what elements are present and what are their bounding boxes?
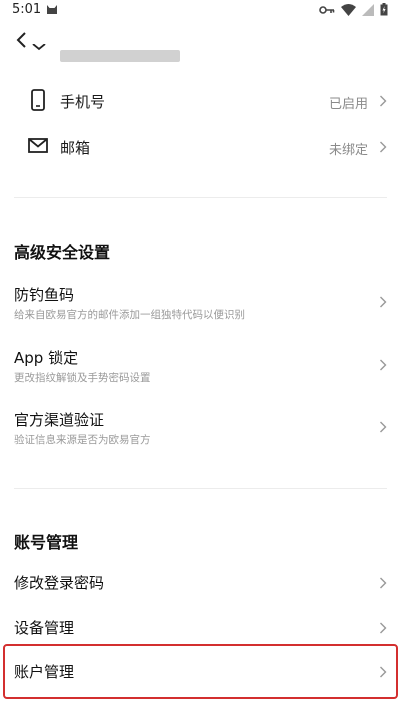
device-management-row[interactable]: 设备管理 — [0, 613, 400, 643]
vpn-key-icon — [319, 5, 335, 14]
change-password-row[interactable]: 修改登录密码 — [0, 568, 400, 598]
chevron-right-icon — [380, 666, 387, 678]
section-title-account: 账号管理 — [14, 533, 79, 552]
app-notification-icon — [47, 5, 57, 14]
official-channel-subtitle: 验证信息来源是否为欧易官方 — [14, 434, 151, 446]
chevron-right-icon — [380, 622, 387, 634]
section-title-advanced: 高级安全设置 — [14, 243, 111, 262]
partial-list-item — [30, 44, 230, 62]
chevron-right-icon — [380, 95, 387, 107]
official-channel-row[interactable]: 官方渠道验证 验证信息来源是否为欧易官方 — [0, 407, 400, 451]
divider — [14, 197, 387, 198]
chevron-right-icon — [380, 296, 387, 308]
signal-icon — [362, 3, 374, 16]
status-bar: 5:01 — [0, 0, 400, 20]
phone-label: 手机号 — [60, 93, 106, 111]
chevron-right-icon — [380, 359, 387, 371]
chevron-right-icon — [380, 577, 387, 589]
official-channel-title: 官方渠道验证 — [14, 411, 105, 429]
phone-status: 已启用 — [328, 97, 368, 112]
phone-icon — [31, 89, 45, 111]
device-management-title: 设备管理 — [14, 619, 75, 637]
wifi-icon — [341, 3, 356, 16]
status-time: 5:01 — [12, 2, 42, 17]
app-lock-title: App 锁定 — [14, 349, 79, 367]
account-management-title: 账户管理 — [14, 663, 75, 681]
app-lock-row[interactable]: App 锁定 更改指纹解锁及手势密码设置 — [0, 345, 400, 389]
chevron-right-icon — [380, 421, 387, 433]
phone-row[interactable]: 手机号 已启用 — [0, 86, 400, 116]
anti-phishing-title: 防钓鱼码 — [14, 286, 75, 304]
mail-icon — [28, 138, 48, 153]
battery-icon — [380, 3, 388, 16]
email-status: 未绑定 — [328, 143, 368, 158]
divider — [14, 488, 387, 489]
app-lock-subtitle: 更改指纹解锁及手势密码设置 — [14, 372, 151, 384]
anti-phishing-row[interactable]: 防钓鱼码 给来自欧易官方的邮件添加一组独特代码以便识别 — [0, 282, 400, 326]
email-row[interactable]: 邮箱 未绑定 — [0, 132, 400, 162]
chevron-right-icon — [380, 141, 387, 153]
email-label: 邮箱 — [60, 139, 91, 157]
account-management-row[interactable]: 账户管理 — [0, 657, 400, 687]
shield-icon — [32, 44, 46, 51]
status-indicators — [319, 3, 388, 16]
anti-phishing-subtitle: 给来自欧易官方的邮件添加一组独特代码以便识别 — [14, 309, 245, 321]
partial-item-label — [60, 50, 180, 62]
change-password-title: 修改登录密码 — [14, 574, 105, 592]
